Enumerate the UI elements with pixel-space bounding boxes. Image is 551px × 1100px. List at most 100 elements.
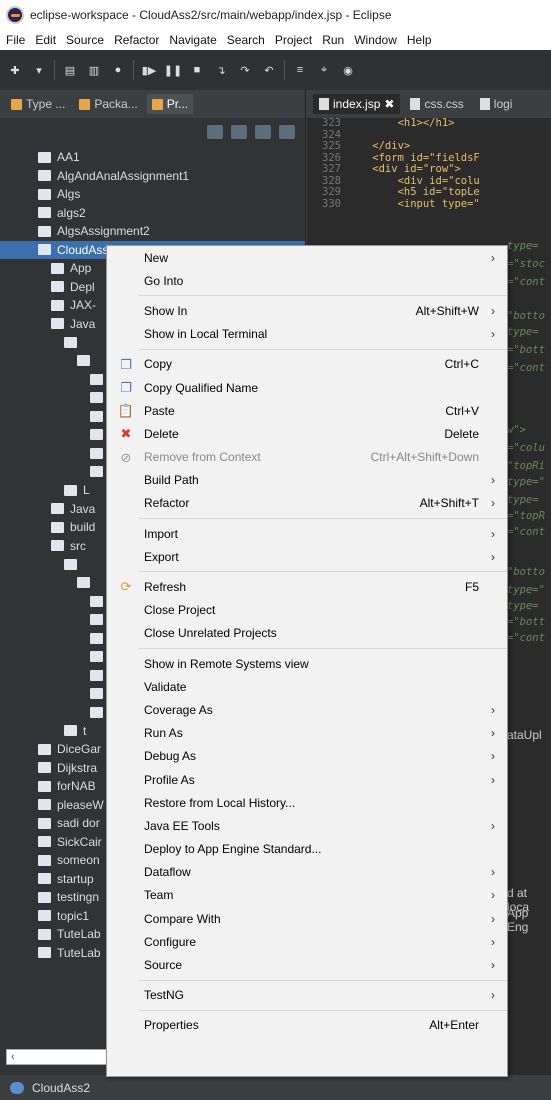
menu-run[interactable]: Run: [322, 33, 344, 47]
tree-item[interactable]: AlgsAssignment2: [0, 222, 305, 241]
menu-item-copy[interactable]: ❐ Copy Ctrl+C: [107, 353, 507, 376]
menu-source[interactable]: Source: [66, 33, 104, 47]
menu-item-show-in[interactable]: Show In Alt+Shift+W ›: [107, 299, 507, 322]
menu-project[interactable]: Project: [275, 33, 312, 47]
line-number: 323: [322, 117, 341, 129]
menu-file[interactable]: File: [6, 33, 25, 47]
code-area[interactable]: 323 <h1></h1> 324 325 </div> 326 <form id="…: [307, 117, 551, 210]
submenu-arrow-icon: ›: [491, 988, 495, 1003]
menu-item-configure[interactable]: Configure ›: [107, 930, 507, 953]
code-fragment: App Eng: [507, 906, 529, 934]
debug-icon[interactable]: ●: [109, 61, 127, 79]
menu-item-refresh[interactable]: ⟳ Refresh F5: [107, 575, 507, 598]
menu-item-shortcut: Alt+Shift+T: [419, 496, 479, 511]
tree-item-label: L: [83, 483, 90, 498]
editor-tab[interactable]: logi: [474, 94, 519, 114]
menu-item-dataflow[interactable]: Dataflow ›: [107, 861, 507, 884]
tree-item-label: Java: [70, 501, 96, 516]
tree-item[interactable]: AA1: [0, 148, 305, 167]
menu-item-team[interactable]: Team ›: [107, 884, 507, 907]
submenu-arrow-icon: ›: [491, 327, 495, 342]
new-icon[interactable]: ✚: [6, 61, 24, 79]
menu-item-build-path[interactable]: Build Path ›: [107, 469, 507, 492]
main-toolbar: ✚ ▾ ▤ ▥ ● ▮▶ ❚❚ ■ ↴ ↷ ↶ ≡ ⌖ ◉: [0, 50, 551, 90]
explorer-toolbar: [0, 118, 305, 146]
menu-help[interactable]: Help: [407, 33, 432, 47]
menu-window[interactable]: Window: [354, 33, 397, 47]
code-fragment: ="bott: [507, 344, 545, 356]
pin-icon[interactable]: ⌖: [315, 61, 333, 79]
menu-item-paste[interactable]: 📋 Paste Ctrl+V: [107, 399, 507, 422]
view-menu-icon[interactable]: [279, 125, 295, 139]
step-over-icon[interactable]: ↷: [236, 61, 254, 79]
menu-item-show-in-local-terminal[interactable]: Show in Local Terminal ›: [107, 323, 507, 346]
menu-item-close-unrelated-projects[interactable]: Close Unrelated Projects: [107, 622, 507, 645]
menu-item-compare-with[interactable]: Compare With ›: [107, 907, 507, 930]
save-all-icon[interactable]: ▥: [85, 61, 103, 79]
tree-item[interactable]: AlgAndAnalAssignment1: [0, 167, 305, 186]
editor-tab[interactable]: css.css: [404, 94, 469, 114]
folder-icon: [38, 762, 51, 774]
line-number: 329: [322, 186, 341, 198]
menu-item-shortcut: Alt+Shift+W: [415, 303, 479, 318]
menu-item-delete[interactable]: ✖ Delete Delete: [107, 422, 507, 445]
explorer-tab[interactable]: Type ...: [6, 94, 70, 114]
menu-item-debug-as[interactable]: Debug As ›: [107, 745, 507, 768]
stop-icon[interactable]: ■: [188, 61, 206, 79]
code-fragment: type=": [507, 476, 545, 488]
menu-item-export[interactable]: Export ›: [107, 545, 507, 568]
step-return-icon[interactable]: ↶: [260, 61, 278, 79]
menu-item-refactor[interactable]: Refactor Alt+Shift+T ›: [107, 492, 507, 515]
menu-item-coverage-as[interactable]: Coverage As ›: [107, 698, 507, 721]
menu-item-label: Import: [144, 526, 179, 541]
filter-icon[interactable]: [255, 125, 271, 139]
tree-item[interactable]: Algs: [0, 185, 305, 204]
tree-item[interactable]: algs2: [0, 204, 305, 223]
menu-item-deploy-to-app-engine-standard[interactable]: Deploy to App Engine Standard...: [107, 838, 507, 861]
menu-item-go-into[interactable]: Go Into: [107, 269, 507, 292]
folder-icon: [64, 336, 77, 348]
menu-item-close-project[interactable]: Close Project: [107, 599, 507, 622]
menu-item-restore-from-local-history[interactable]: Restore from Local History...: [107, 791, 507, 814]
collapse-all-icon[interactable]: [207, 125, 223, 139]
menu-item-profile-as[interactable]: Profile As ›: [107, 768, 507, 791]
gcp-icon[interactable]: ◉: [339, 61, 357, 79]
explorer-tab[interactable]: Pr...: [146, 94, 194, 114]
menu-item-properties[interactable]: Properties Alt+Enter: [107, 1014, 507, 1037]
pause-icon[interactable]: ❚❚: [164, 61, 182, 79]
new-dropdown-icon[interactable]: ▾: [30, 61, 48, 79]
code-fragment: ="cont: [507, 276, 545, 288]
submenu-arrow-icon: ›: [491, 888, 495, 903]
close-icon[interactable]: ✖: [384, 97, 394, 111]
menu-item-copy-qualified-name[interactable]: ❐ Copy Qualified Name: [107, 376, 507, 399]
terminal-icon[interactable]: ≡: [291, 61, 309, 79]
menu-item-label: Go Into: [144, 273, 184, 288]
link-editor-icon[interactable]: [231, 125, 247, 139]
delete-icon: ✖: [120, 426, 132, 442]
menu-item-label: Source: [144, 958, 183, 973]
menu-refactor[interactable]: Refactor: [114, 33, 159, 47]
menu-item-label: Delete: [144, 426, 179, 441]
tree-item-label: App: [70, 261, 92, 276]
explorer-tab[interactable]: Packa...: [74, 94, 142, 114]
submenu-arrow-icon: ›: [491, 549, 495, 564]
menu-item-validate[interactable]: Validate: [107, 675, 507, 698]
menu-item-new[interactable]: New ›: [107, 246, 507, 269]
menu-navigate[interactable]: Navigate: [169, 33, 216, 47]
step-into-icon[interactable]: ↴: [212, 61, 230, 79]
menu-item-java-ee-tools[interactable]: Java EE Tools ›: [107, 814, 507, 837]
folder-icon: [38, 910, 51, 922]
skip-icon[interactable]: ▮▶: [140, 61, 158, 79]
scroll-left-icon[interactable]: ‹: [11, 1051, 15, 1063]
menu-item-testng[interactable]: TestNG ›: [107, 984, 507, 1007]
menu-item-import[interactable]: Import ›: [107, 522, 507, 545]
menu-item-source[interactable]: Source ›: [107, 953, 507, 976]
save-icon[interactable]: ▤: [61, 61, 79, 79]
file-icon: [479, 98, 490, 110]
editor-tab[interactable]: index.jsp ✖: [313, 94, 401, 114]
menu-search[interactable]: Search: [227, 33, 265, 47]
menu-item-show-in-remote-systems-view[interactable]: Show in Remote Systems view: [107, 652, 507, 675]
menu-item-run-as[interactable]: Run As ›: [107, 722, 507, 745]
menu-edit[interactable]: Edit: [35, 33, 56, 47]
menu-separator: [139, 518, 507, 520]
